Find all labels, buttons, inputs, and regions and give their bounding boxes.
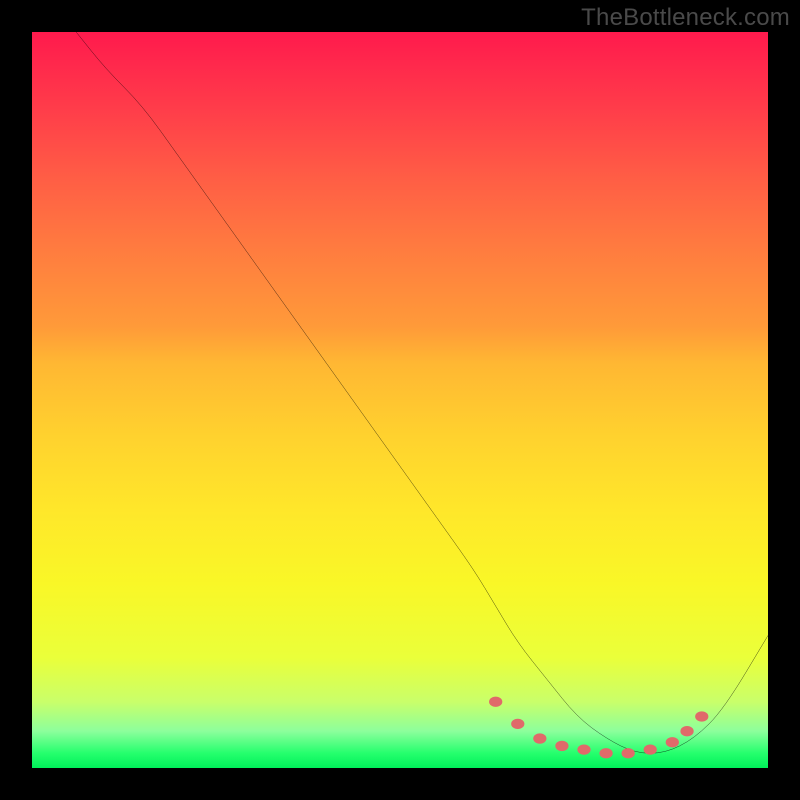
highlight-dot [599, 748, 612, 758]
highlight-dot [666, 737, 679, 747]
highlight-dot [644, 744, 657, 754]
watermark-text: TheBottleneck.com [581, 4, 790, 32]
chart-frame: TheBottleneck.com [0, 0, 800, 800]
highlight-dot [577, 744, 590, 754]
highlight-dot [511, 719, 524, 729]
highlight-dot [555, 741, 568, 751]
highlight-dot [489, 697, 502, 707]
chart-svg [32, 32, 768, 768]
highlight-dot [680, 726, 693, 736]
highlight-dot [695, 711, 708, 721]
highlight-dot [533, 733, 546, 743]
bottleneck-curve [76, 32, 768, 753]
highlight-markers [489, 697, 708, 759]
plot-area [32, 32, 768, 768]
highlight-dot [622, 748, 635, 758]
